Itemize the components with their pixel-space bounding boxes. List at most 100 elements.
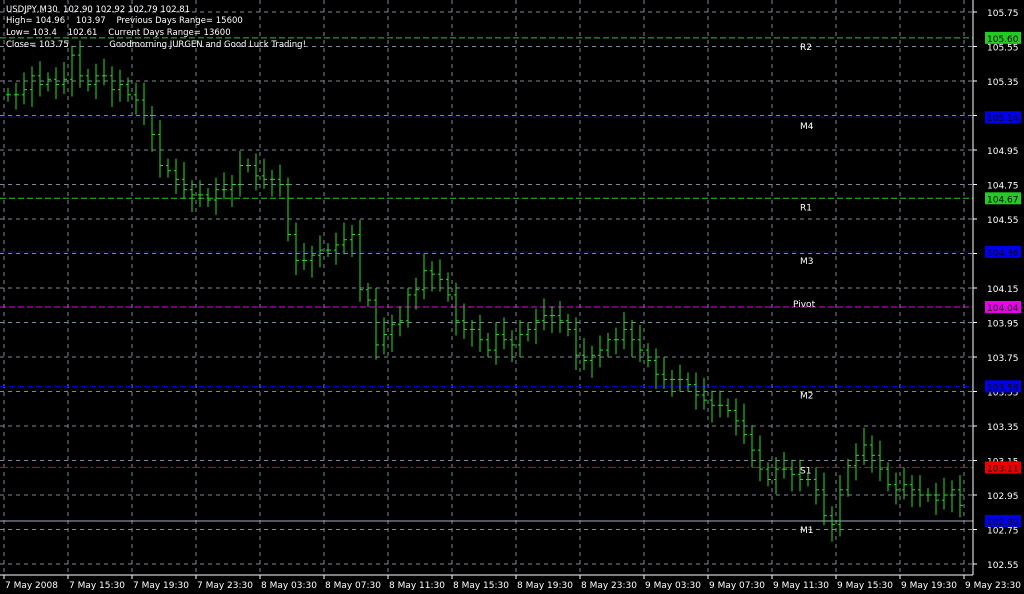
level-name-m3: M3 [800,257,814,267]
price-bar [46,72,51,92]
price-bar [566,313,571,337]
price-bar [958,475,963,518]
price-bar [206,187,211,207]
price-bar [406,288,411,328]
price-bar [614,327,619,355]
price-bar [70,45,75,97]
price-bar [822,472,827,526]
price-bar [454,282,459,336]
price-bar [886,462,891,492]
price-bar [182,162,187,200]
x-tick-label: 8 May 07:30 [325,581,381,591]
y-tick-label: 104.95 [987,147,1019,157]
x-tick-label: 8 May 03:30 [261,581,317,591]
price-bar [222,172,227,200]
price-bar [430,261,435,292]
price-bar [118,69,123,102]
price-bar [294,222,299,276]
price-bar [910,475,915,508]
price-bar [678,364,683,392]
price-bar [662,357,667,389]
price-bar [310,245,315,278]
price-bar [494,322,499,365]
price-bar [14,82,19,110]
price-bar [718,390,723,418]
x-tick-label: 9 May 11:30 [773,581,829,591]
y-tick-label: 102.75 [987,527,1019,537]
price-bar [478,314,483,352]
y-tick-label: 103.35 [987,423,1019,433]
x-tick-label: 9 May 07:30 [709,581,765,591]
price-bar [774,457,779,495]
price-bar [462,303,467,339]
price-bar [574,317,579,370]
price-chart[interactable]: 105.75105.55105.35105.15104.95104.75104.… [0,0,1024,594]
y-tick-label: 104.15 [987,285,1019,295]
price-bar [950,480,955,513]
y-tick-label: 105.35 [987,78,1019,88]
x-tick-label: 9 May 19:30 [901,581,957,591]
level-name-r2: R2 [800,43,812,53]
price-bar [214,177,219,215]
price-bar [654,348,659,389]
price-bar [158,119,163,178]
level-price-label: 104.04 [987,304,1019,314]
y-tick-label: 104.75 [987,182,1019,192]
price-bar [134,82,139,115]
price-bar [446,272,451,302]
low-info: Low= 103.4 102.61 Current Days Range= 13… [6,28,231,38]
price-bar [246,158,251,173]
price-bar [438,259,443,292]
level-price-label: 103.58 [987,383,1019,393]
price-bar [750,425,755,468]
price-bar [758,435,763,482]
price-bar [358,219,363,302]
price-bar [110,66,115,107]
price-bar [166,158,171,178]
level-name-pivot: Pivot [793,300,816,310]
price-bar [398,306,403,337]
price-bar [470,319,475,347]
y-tick-label: 105.55 [987,44,1019,54]
price-bar [686,372,691,392]
price-bar [326,243,331,257]
price-bar [830,506,835,542]
price-bar [414,277,419,310]
x-tick-label: 8 May 11:30 [389,581,445,591]
level-price-label: 105.14 [987,114,1019,124]
x-tick-label: 9 May 15:30 [837,581,893,591]
price-bar [334,232,339,265]
chart-window[interactable]: 105.75105.55105.35105.15104.95104.75104.… [0,0,1024,594]
price-bar [286,177,291,242]
price-bar [934,482,939,515]
x-tick-label: 8 May 15:30 [453,581,509,591]
price-bar [726,398,731,418]
price-bar [366,282,371,307]
price-bar [542,298,547,331]
price-bar [838,475,843,537]
price-bar [422,253,427,300]
level-price-label: 105.60 [987,35,1019,45]
price-bar [86,68,91,92]
price-bar [486,332,491,357]
price-bar [710,390,715,423]
price-bar [38,61,43,97]
x-tick-label: 9 May 03:30 [645,581,701,591]
price-bar [606,332,611,357]
price-bar [150,106,155,152]
level-name-m1: M1 [800,526,814,536]
level-name-m2: M2 [800,391,814,401]
price-bar [270,169,275,197]
price-bar [894,472,899,505]
y-tick-label: 103.75 [987,354,1019,364]
symbol-ohlc-line: USDJPY,M30 102.90 102.92 102.79 102.81 [6,5,191,15]
price-bar [766,462,771,487]
price-bar [30,66,35,107]
price-bar [630,319,635,357]
x-tick-label: 8 May 23:30 [581,581,637,591]
price-bar [342,222,347,255]
price-bar [558,300,563,333]
level-name-r1: R1 [800,203,812,213]
price-bar [526,322,531,342]
price-bar [6,87,11,102]
